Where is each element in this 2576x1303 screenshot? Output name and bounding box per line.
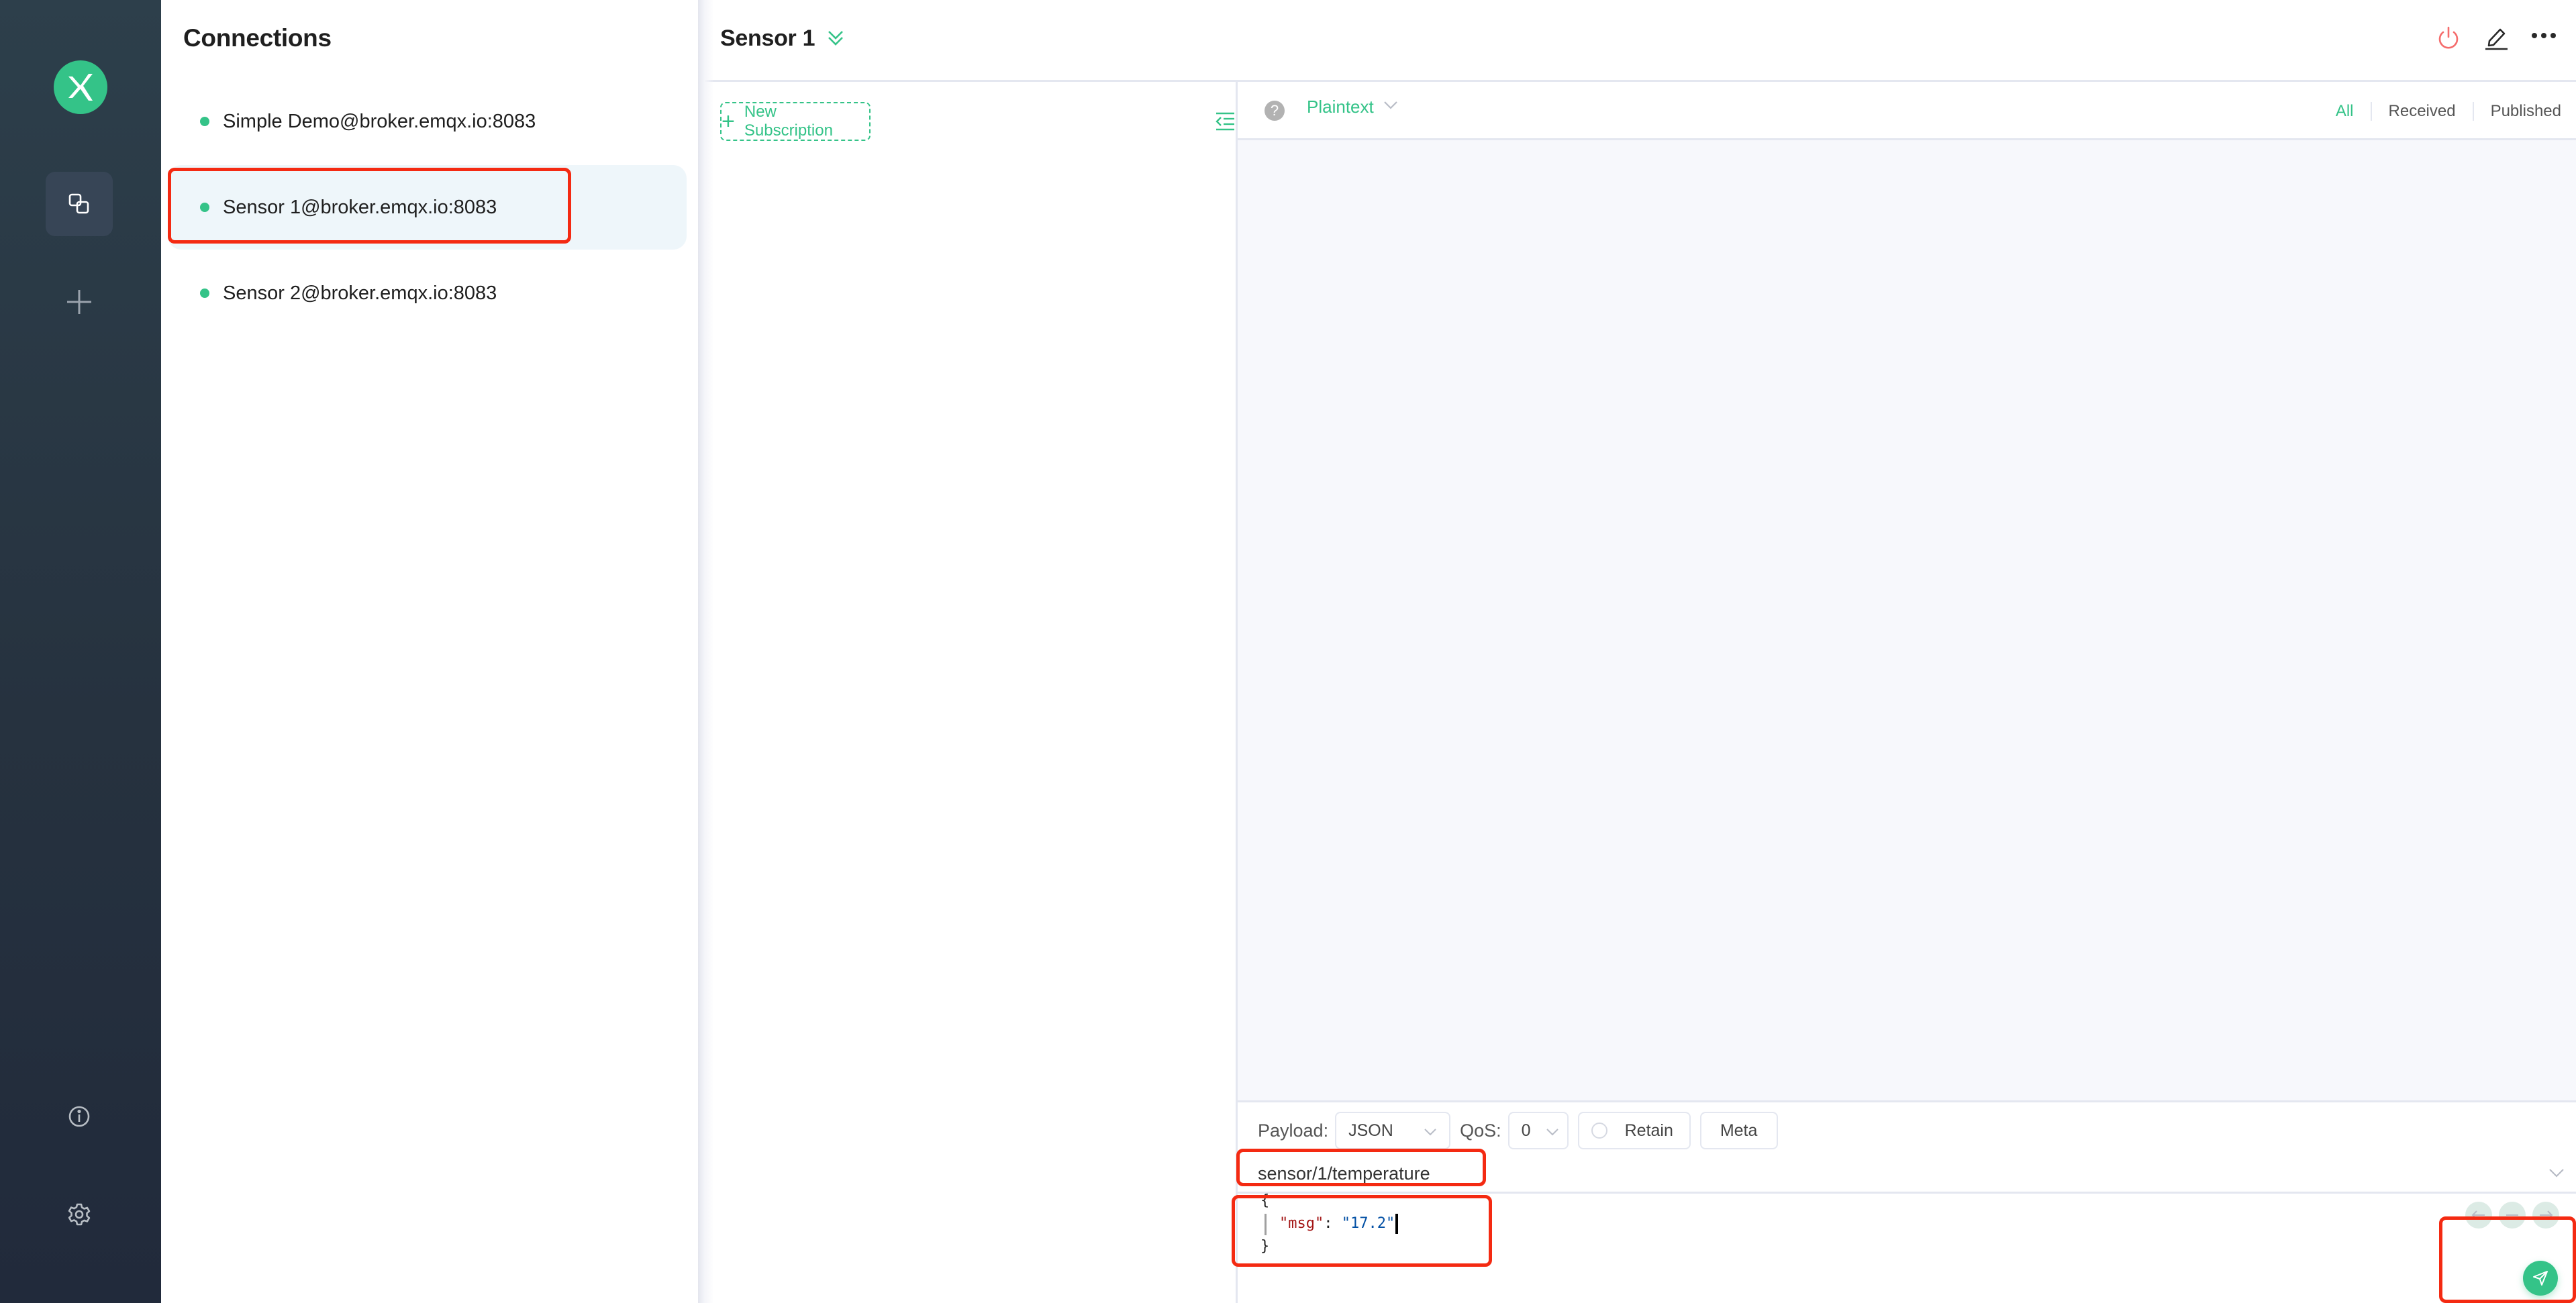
power-icon[interactable] <box>2436 25 2461 54</box>
code-line-body: "msg": "17.2" <box>1279 1212 1399 1235</box>
history-next-button[interactable] <box>2532 1202 2559 1229</box>
history-buttons <box>2465 1202 2559 1229</box>
publish-panel: Payload: JSON QoS: 0 Retain Meta sensor/… <box>1238 1100 2576 1303</box>
help-icon[interactable]: ? <box>1265 101 1285 121</box>
connection-label: Sensor 2@broker.emqx.io:8083 <box>223 282 497 304</box>
arrow-right-icon <box>2540 1210 2553 1220</box>
gear-icon <box>67 1202 91 1227</box>
connection-status-dot <box>200 117 209 126</box>
minus-icon <box>2506 1214 2518 1216</box>
publish-options: Payload: JSON QoS: 0 Retain Meta <box>1258 1110 1787 1151</box>
connection-label: Sensor 1@broker.emqx.io:8083 <box>223 196 497 218</box>
meta-button[interactable]: Meta <box>1699 1112 1778 1149</box>
retain-label: Retain <box>1624 1120 1673 1140</box>
retain-radio[interactable] <box>1591 1123 1607 1139</box>
message-format-value: Plaintext <box>1307 97 1374 117</box>
mqttx-logo <box>54 60 107 114</box>
connection-item[interactable]: Simple Demo@broker.emqx.io:8083 <box>168 79 687 164</box>
new-subscription-label: New Subscription <box>744 103 833 140</box>
filter-tab-published[interactable]: Published <box>2472 102 2576 121</box>
collapse-list-icon[interactable] <box>1215 111 1235 135</box>
json-colon: : <box>1324 1215 1342 1232</box>
panel-divider <box>698 0 714 1303</box>
connection-item[interactable]: Sensor 2@broker.emqx.io:8083 <box>168 251 687 335</box>
topic-row <box>1238 1153 2576 1194</box>
connection-title: Sensor 1 <box>720 25 815 51</box>
meta-label: Meta <box>1720 1120 1758 1140</box>
code-line-close: } <box>1260 1238 1270 1255</box>
subscriptions-panel: + New Subscription <box>698 82 1236 1303</box>
sidebar <box>0 0 161 1303</box>
sidebar-new-connection-button[interactable] <box>46 270 113 334</box>
topic-input[interactable] <box>1258 1159 2533 1188</box>
sidebar-connections-button[interactable] <box>46 172 113 236</box>
message-format-select[interactable]: Plaintext <box>1307 97 1398 117</box>
filter-tab-received[interactable]: Received <box>2370 102 2473 121</box>
connection-status-dot <box>200 203 209 212</box>
json-key: "msg" <box>1279 1215 1324 1232</box>
history-reset-button[interactable] <box>2499 1202 2526 1229</box>
sidebar-settings-button[interactable] <box>46 1182 113 1247</box>
json-value: "17.2" <box>1341 1215 1395 1232</box>
message-filter-tabs: All Received Published <box>2319 98 2576 125</box>
chevron-down-icon <box>1534 1121 1559 1141</box>
connection-header: Sensor 1 <box>698 0 2576 82</box>
mqttx-app: Connections Simple Demo@broker.emqx.io:8… <box>0 0 2576 1303</box>
filter-tab-all[interactable]: All <box>2319 102 2371 121</box>
edit-icon[interactable] <box>2483 25 2509 54</box>
text-caret <box>1395 1214 1399 1234</box>
info-icon <box>68 1105 91 1128</box>
history-prev-button[interactable] <box>2465 1202 2492 1229</box>
connection-item-selected[interactable]: Sensor 1@broker.emqx.io:8083 <box>168 165 687 250</box>
retain-toggle[interactable]: Retain <box>1577 1112 1691 1149</box>
connection-detail: Sensor 1 + New Subscription ? Plaintext … <box>698 0 2576 1303</box>
chevron-down-icon[interactable] <box>2548 1168 2565 1181</box>
message-list <box>1238 140 2576 1100</box>
payload-format-value: JSON <box>1348 1120 1393 1140</box>
payload-label: Payload: <box>1258 1120 1329 1141</box>
plus-icon <box>66 289 93 315</box>
indent-guide <box>1265 1214 1267 1235</box>
messages-panel: ? Plaintext All Received Published Paylo… <box>1236 82 2576 1303</box>
send-icon <box>2533 1271 2548 1286</box>
messages-toolbar: ? Plaintext All Received Published <box>1238 82 2576 140</box>
double-chevron-down-icon[interactable] <box>826 28 846 52</box>
connections-title: Connections <box>183 24 332 52</box>
connection-status-dot <box>200 289 209 298</box>
new-subscription-button[interactable]: + New Subscription <box>720 102 871 141</box>
plus-icon: + <box>722 109 735 134</box>
sidebar-about-button[interactable] <box>46 1084 113 1149</box>
payload-editor[interactable]: { "msg": "17.2" } <box>1238 1192 2576 1303</box>
qos-value: 0 <box>1521 1120 1531 1140</box>
more-icon[interactable] <box>2530 31 2557 44</box>
connections-icon <box>68 193 91 215</box>
code-line-open: { <box>1260 1192 1270 1209</box>
connection-label: Simple Demo@broker.emqx.io:8083 <box>223 110 536 132</box>
payload-format-select[interactable]: JSON <box>1335 1112 1451 1149</box>
arrow-left-icon <box>2471 1210 2485 1220</box>
qos-select[interactable]: 0 <box>1507 1112 1569 1149</box>
chevron-down-icon <box>1374 101 1398 113</box>
connections-panel: Connections Simple Demo@broker.emqx.io:8… <box>161 0 698 1303</box>
chevron-down-icon <box>1411 1121 1437 1141</box>
send-button[interactable] <box>2523 1261 2558 1296</box>
qos-label: QoS: <box>1460 1120 1501 1141</box>
